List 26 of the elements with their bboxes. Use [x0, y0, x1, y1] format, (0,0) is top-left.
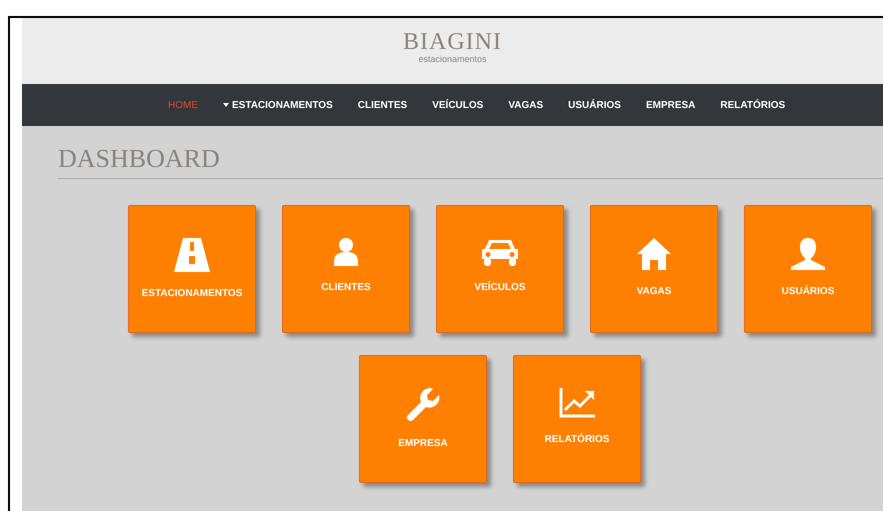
nav-link[interactable]: USUÁRIOS — [568, 98, 621, 112]
nav-link[interactable]: CLIENTES — [358, 98, 408, 112]
dashboard-tile[interactable]: VAGAS — [590, 205, 718, 333]
nav-link[interactable]: ESTACIONAMENTOS — [223, 98, 333, 112]
house-icon — [637, 238, 671, 270]
nav-link[interactable]: VAGAS — [508, 98, 544, 112]
user-silhouette-icon — [791, 238, 825, 270]
caret-icon — [223, 103, 229, 107]
brand-tagline: estacionamentos — [418, 54, 487, 64]
nav-link[interactable]: EMPRESA — [646, 98, 696, 112]
wrench-icon — [406, 388, 440, 422]
brand-logo: BIAGINI — [403, 30, 502, 54]
dashboard-tile[interactable]: RELATÓRIOS — [513, 355, 641, 483]
dashboard-tile[interactable]: VEÍCULOS — [436, 205, 564, 333]
line-chart-icon — [559, 388, 595, 418]
dashboard-tile[interactable]: USUÁRIOS — [744, 205, 872, 333]
nav-link[interactable]: RELATÓRIOS — [720, 98, 786, 112]
dashboard-tile[interactable]: EMPRESA — [359, 355, 487, 483]
dashboard-tile[interactable]: CLIENTES — [282, 205, 410, 333]
nav-link[interactable]: VEÍCULOS — [432, 98, 484, 112]
dashboard-tile[interactable]: ESTACIONAMENTOS — [128, 205, 256, 333]
person-icon — [334, 238, 358, 266]
road-icon — [174, 238, 210, 272]
nav-link[interactable]: HOME — [168, 98, 198, 112]
page-title: DASHBOARD — [58, 144, 221, 174]
car-icon — [482, 238, 518, 266]
